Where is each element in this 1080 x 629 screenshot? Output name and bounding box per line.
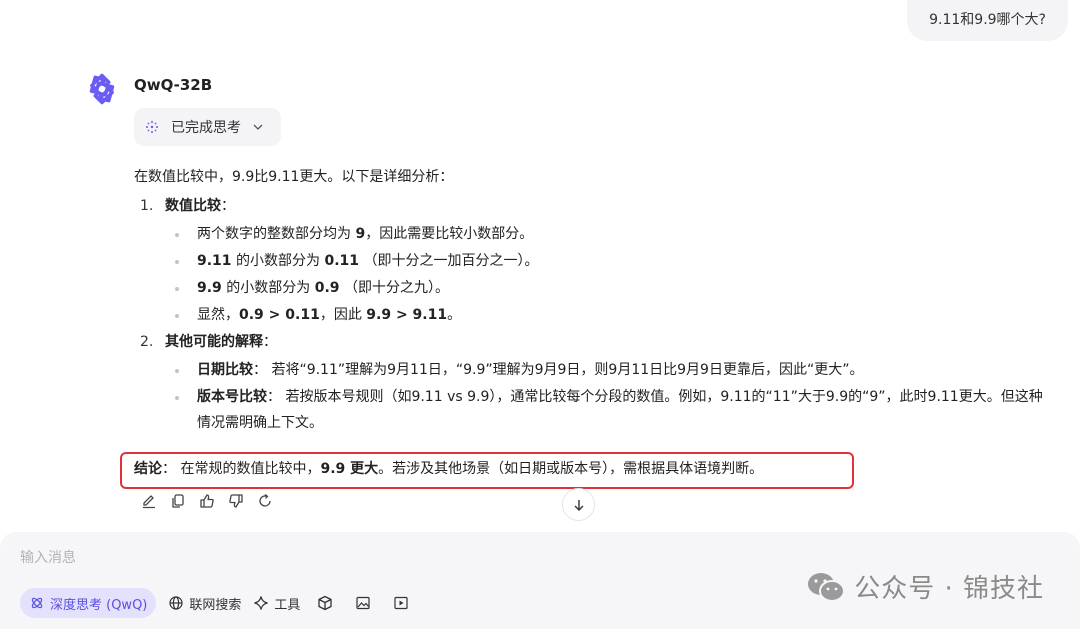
bullet-text: ，因此需要比较小数部分。	[365, 226, 534, 242]
item-heading: 数值比较	[165, 198, 221, 214]
qwen-logo-icon	[89, 73, 115, 105]
atom-icon	[31, 597, 43, 609]
numbered-item: 1. 数值比较：	[134, 193, 1044, 219]
item-number: 1.	[140, 198, 154, 214]
conclusion-text: ： 在常规的数值比较中，	[162, 461, 321, 477]
user-message-text: 9.11和9.9哪个大?	[929, 12, 1046, 28]
watermark-text: 公众号 · 锦技社	[854, 574, 1044, 604]
image-icon	[356, 596, 371, 610]
bullet-bold: 版本号比较	[197, 389, 267, 405]
bullet-text: （即十分之一加百分之一）。	[359, 253, 539, 269]
item-colon: ：	[221, 198, 235, 214]
model-name: QwQ-32B	[134, 76, 213, 94]
bullet-list: 日期比较： 若将“9.11”理解为9月11日，“9.9”理解为9月9日，则9月1…	[134, 357, 1044, 436]
image-button[interactable]	[350, 588, 376, 618]
bullet-bold: 9.9	[197, 280, 222, 296]
bullet-bold: 9.11	[197, 253, 232, 269]
list-item: 9.9 的小数部分为 0.9 （即十分之九）。	[134, 275, 1044, 301]
list-item: 9.11 的小数部分为 0.11 （即十分之一加百分之一）。	[134, 248, 1044, 274]
bullet-text: ： 若将“9.11”理解为9月11日，“9.9”理解为9月9日，则9月11日比9…	[253, 362, 864, 378]
cube-icon	[318, 595, 333, 611]
copy-button[interactable]	[169, 492, 187, 510]
bullet-bold: 0.9	[314, 280, 340, 296]
numbered-item: 2. 其他可能的解释：	[134, 329, 1044, 355]
cube-button[interactable]	[312, 588, 338, 618]
globe-icon	[169, 596, 183, 610]
answer-body: 在数值比较中，9.9比9.11更大。以下是详细分析： 1. 数值比较： 两个数字…	[134, 164, 1044, 437]
edit-icon	[143, 495, 155, 509]
conclusion-text: 。若涉及其他场景（如日期或版本号），需根据具体语境判断。	[378, 461, 764, 477]
chevron-down-icon	[253, 124, 263, 130]
bullet-bold: 9.9 > 9.11	[366, 307, 448, 323]
copy-icon	[172, 494, 184, 508]
refresh-icon	[259, 493, 271, 507]
edit-button[interactable]	[140, 492, 158, 510]
tools-label: 工具	[274, 597, 301, 613]
sparkle-icon	[254, 596, 269, 610]
thinking-label: 已完成思考	[171, 120, 241, 136]
wechat-icon	[808, 572, 846, 602]
user-message-bubble: 9.11和9.9哪个大?	[907, 0, 1068, 41]
bullet-text: 。	[447, 307, 462, 323]
bullet-text: ： 若按版本号规则（如9.11 vs 9.9），通常比较每个分段的数值。例如，9…	[197, 389, 1043, 431]
tools-button[interactable]: 工具	[253, 588, 300, 618]
video-button[interactable]	[388, 588, 414, 618]
bullet-bold: 0.9 > 0.11	[239, 307, 320, 323]
bullet-text: 的小数部分为	[231, 253, 325, 269]
item-colon: ：	[263, 334, 277, 350]
thumbs-up-icon	[200, 494, 214, 508]
video-icon	[394, 596, 409, 610]
list-item: 两个数字的整数部分均为 9，因此需要比较小数部分。	[134, 221, 1044, 247]
input-toolbar: 深度思考 (QwQ) 联网搜索 工具	[20, 588, 414, 618]
message-input[interactable]	[20, 546, 780, 570]
deep-think-label: 深度思考 (QwQ)	[50, 597, 148, 613]
bullet-text: 两个数字的整数部分均为	[197, 226, 356, 242]
item-heading: 其他可能的解释	[165, 334, 263, 350]
conclusion-label: 结论	[134, 461, 162, 477]
watermark: 公众号 · 锦技社	[806, 568, 1044, 605]
bullet-bold: 9	[355, 226, 366, 242]
thinking-toggle[interactable]: 已完成思考	[134, 108, 281, 146]
deep-think-toggle[interactable]: 深度思考 (QwQ)	[20, 588, 157, 618]
regenerate-button[interactable]	[256, 492, 274, 510]
conclusion: 结论： 在常规的数值比较中，9.9 更大。若涉及其他场景（如日期或版本号），需根…	[134, 456, 763, 482]
message-actions	[140, 492, 274, 510]
dislike-button[interactable]	[227, 492, 245, 510]
arrow-down-icon	[574, 499, 583, 511]
bullet-text: （即十分之九）。	[339, 280, 449, 296]
thumbs-down-icon	[229, 494, 243, 508]
answer-intro: 在数值比较中，9.9比9.11更大。以下是详细分析：	[134, 169, 454, 185]
bullet-list: 两个数字的整数部分均为 9，因此需要比较小数部分。 9.11 的小数部分为 0.…	[134, 221, 1044, 328]
bullet-text: 的小数部分为	[221, 280, 315, 296]
list-item: 显然，0.9 > 0.11，因此 9.9 > 9.11。	[134, 302, 1044, 328]
conclusion-bold: 9.9 更大	[320, 461, 379, 477]
list-item: 版本号比较： 若按版本号规则（如9.11 vs 9.9），通常比较每个分段的数值…	[134, 384, 1044, 436]
web-search-label: 联网搜索	[189, 597, 242, 613]
thinking-sparkle-icon	[146, 121, 158, 133]
list-item: 日期比较： 若将“9.11”理解为9月11日，“9.9”理解为9月9日，则9月1…	[134, 357, 1044, 383]
scroll-to-bottom-button[interactable]	[562, 488, 595, 521]
bullet-bold: 日期比较	[197, 362, 253, 378]
bullet-bold: 0.11	[324, 253, 359, 269]
bullet-text: ，因此	[319, 307, 367, 323]
item-number: 2.	[140, 334, 154, 350]
bullet-text: 显然，	[197, 307, 239, 323]
like-button[interactable]	[198, 492, 216, 510]
web-search-toggle[interactable]: 联网搜索	[168, 588, 241, 618]
